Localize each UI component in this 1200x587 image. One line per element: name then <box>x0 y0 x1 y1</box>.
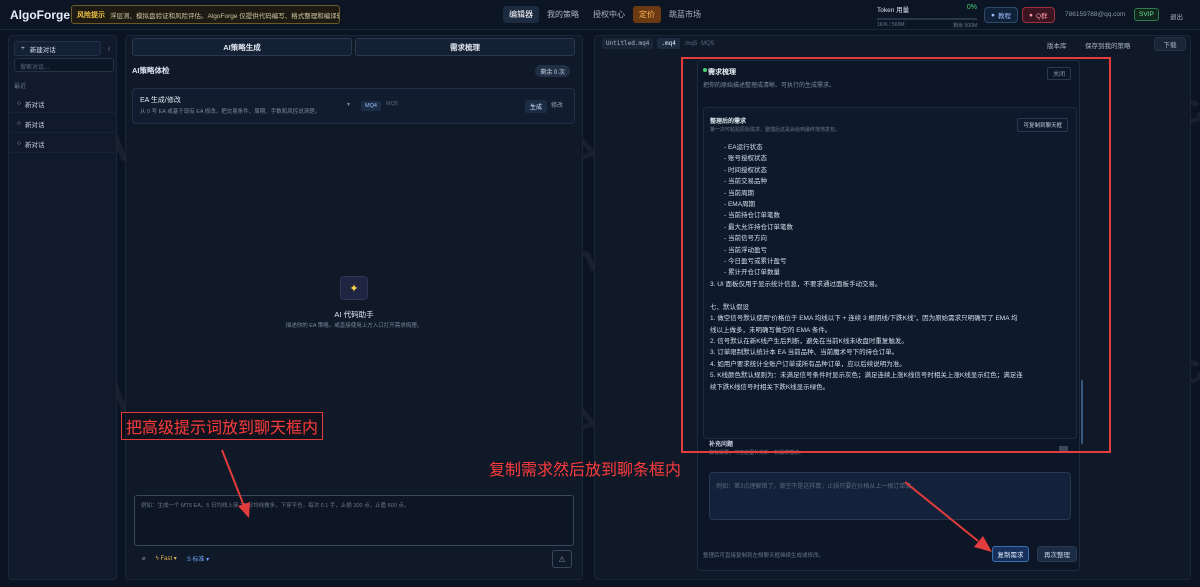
arrow-line-left <box>221 449 245 507</box>
arrow-head-right <box>974 536 992 552</box>
annotation-arrows <box>221 449 992 552</box>
arrow-line-right <box>904 481 979 542</box>
arrow-head-left <box>238 502 250 518</box>
